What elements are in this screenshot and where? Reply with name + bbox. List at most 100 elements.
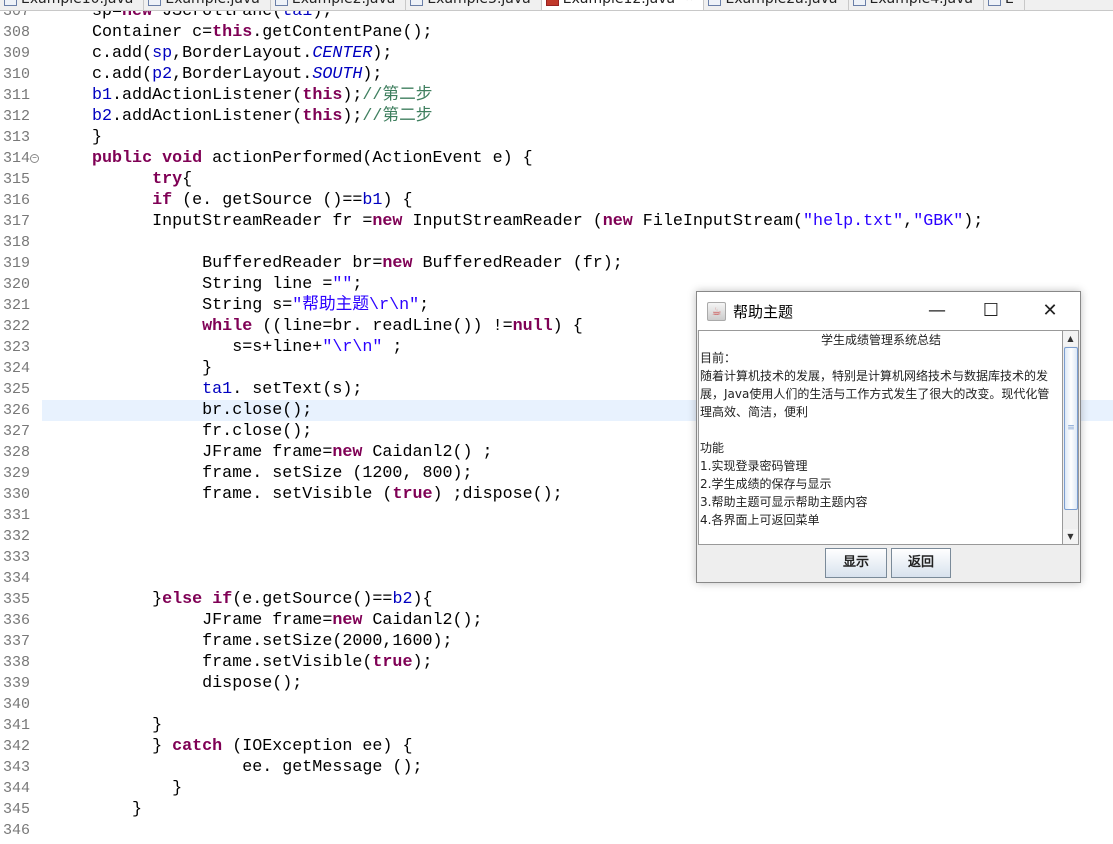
help-text-area[interactable]: 学生成绩管理系统总结 目前： 随着计算机技术的发展，特别是计算机网络技术与数据库技… [698, 330, 1063, 545]
tab-label: Example2a.java [725, 0, 837, 9]
code-line[interactable]: 309 c.add(sp,BorderLayout.CENTER); [0, 43, 1113, 64]
code-text: Container c=this.getContentPane(); [92, 22, 433, 43]
minimize-button[interactable]: — [909, 292, 965, 330]
code-token: if [152, 191, 173, 210]
scroll-up-arrow-icon[interactable]: ▲ [1063, 331, 1078, 346]
help-line: 展，Java使用人们的生活与工作方式发生了很大的改变。现代化管 [700, 387, 1050, 401]
java-file-icon [274, 0, 288, 6]
line-number: 310 [2, 66, 30, 83]
code-token: try [152, 170, 183, 189]
code-line[interactable]: 338 frame.setVisible(true); [0, 652, 1113, 673]
code-line[interactable]: 340 [0, 694, 1113, 715]
code-token: else [162, 590, 203, 609]
code-token: this [212, 23, 253, 42]
line-number: 336 [2, 612, 30, 629]
code-line[interactable]: 310 c.add(p2,BorderLayout.SOUTH); [0, 64, 1113, 85]
code-token: ; [382, 338, 403, 357]
code-line[interactable]: 344 } [0, 778, 1113, 799]
java-file-icon [852, 0, 866, 6]
code-line[interactable]: 313} [0, 127, 1113, 148]
code-line[interactable]: 317 InputStreamReader fr =new InputStrea… [0, 211, 1113, 232]
code-token: this [302, 107, 343, 126]
tab-label: Example10.java [21, 0, 133, 9]
java-icon: ☕ [707, 301, 726, 321]
show-button[interactable]: 显示 [825, 548, 887, 578]
tab-e[interactable]: E [984, 0, 1025, 10]
vertical-scrollbar[interactable]: ▲ ≡ ▼ [1062, 330, 1079, 545]
code-token: String s= [92, 296, 293, 315]
line-number: 319 [2, 255, 30, 272]
tab-label: Example4.java [870, 0, 973, 9]
maximize-button[interactable]: ☐ [963, 292, 1019, 330]
code-token: .getContentPane(); [252, 23, 433, 42]
code-token: JFrame frame= [92, 443, 333, 462]
line-number: 324 [2, 360, 30, 377]
code-line[interactable]: 337 frame.setSize(2000,1600); [0, 631, 1113, 652]
code-text: JFrame frame=new Caidanl2(); [92, 610, 482, 631]
code-line[interactable]: 339 dispose(); [0, 673, 1113, 694]
code-token: "" [332, 275, 353, 294]
tab-label: Example.java [165, 0, 260, 9]
line-number: 312 [2, 108, 30, 125]
fold-toggle-icon[interactable]: − [30, 154, 39, 163]
line-number: 313 [2, 129, 30, 146]
tab-example10-java[interactable]: Example10.java [0, 0, 145, 10]
close-button[interactable]: ✕ [1022, 292, 1078, 330]
scroll-down-arrow-icon[interactable]: ▼ [1063, 529, 1078, 544]
code-line[interactable]: 314− public void actionPerformed(ActionEv… [0, 148, 1113, 169]
code-token: , [903, 212, 914, 231]
code-token: frame. setVisible ( [92, 485, 393, 504]
code-line[interactable]: 316 if (e. getSource ()==b1) { [0, 190, 1113, 211]
code-line[interactable]: 341 } [0, 715, 1113, 736]
tab-example12-java[interactable]: Example12.java ✕ [541, 0, 705, 10]
dialog-titlebar[interactable]: ☕ 帮助主题 — ☐ ✕ [697, 292, 1080, 330]
scroll-thumb[interactable]: ≡ [1064, 347, 1078, 510]
code-token: "帮助主题\r\n" [292, 296, 420, 315]
code-token: ){ [412, 590, 433, 609]
code-line[interactable]: 319 BufferedReader br=new BufferedReader… [0, 253, 1113, 274]
code-token: "GBK" [913, 212, 964, 231]
back-button[interactable]: 返回 [891, 548, 951, 578]
code-token: s=s+line+ [92, 338, 323, 357]
code-line[interactable]: 346 [0, 820, 1113, 841]
code-token: ); [963, 212, 984, 231]
code-text: c.add(p2,BorderLayout.SOUTH); [92, 64, 382, 85]
code-text: } [92, 799, 142, 820]
code-token: InputStreamReader fr = [92, 212, 373, 231]
help-line [699, 421, 1062, 439]
line-number: 333 [2, 549, 30, 566]
code-text: } [92, 358, 212, 379]
tab-example4-java[interactable]: Example4.java [849, 0, 984, 10]
code-token: (e. getSource ()== [172, 191, 363, 210]
code-token: br.close(); [92, 401, 313, 420]
code-line[interactable]: 343 ee. getMessage (); [0, 757, 1113, 778]
tab-close-icon[interactable]: ✕ [685, 0, 693, 9]
tab-example-java[interactable]: Example.java [144, 0, 271, 10]
code-text: s=s+line+"\r\n" ; [92, 337, 402, 358]
code-token: ((line=br. readLine()) != [252, 317, 513, 336]
code-token: Caidanl2() ; [362, 443, 493, 462]
code-line[interactable]: 315 try{ [0, 169, 1113, 190]
code-token: ; [419, 296, 430, 315]
help-line: 功能 [700, 441, 725, 455]
code-token: c.add( [92, 44, 153, 63]
code-text: } [92, 715, 162, 736]
code-line[interactable]: 345 } [0, 799, 1113, 820]
code-line[interactable]: 311 b1.addActionListener(this);//第二步 [0, 85, 1113, 106]
code-line[interactable]: 342 } catch (IOException ee) { [0, 736, 1113, 757]
code-token: FileInputStream( [632, 212, 804, 231]
code-line[interactable]: 312 b2.addActionListener(this);//第二步 [0, 106, 1113, 127]
code-line[interactable]: 318 [0, 232, 1113, 253]
code-token: new [332, 443, 363, 462]
code-text: dispose(); [92, 673, 302, 694]
line-number: 343 [2, 759, 30, 776]
tab-example3-java[interactable]: Example3.java [406, 0, 542, 10]
tab-example2-java[interactable]: Example2.java [271, 0, 407, 10]
code-line[interactable]: 308 Container c=this.getContentPane(); [0, 22, 1113, 43]
line-number: 329 [2, 465, 30, 482]
java-file-icon [545, 0, 559, 6]
code-line[interactable]: 336 JFrame frame=new Caidanl2(); [0, 610, 1113, 631]
tab-example2a-java[interactable]: Example2a.java [704, 0, 849, 10]
line-number: 311 [2, 87, 30, 104]
code-line[interactable]: 335 }else if(e.getSource()==b2){ [0, 589, 1113, 610]
